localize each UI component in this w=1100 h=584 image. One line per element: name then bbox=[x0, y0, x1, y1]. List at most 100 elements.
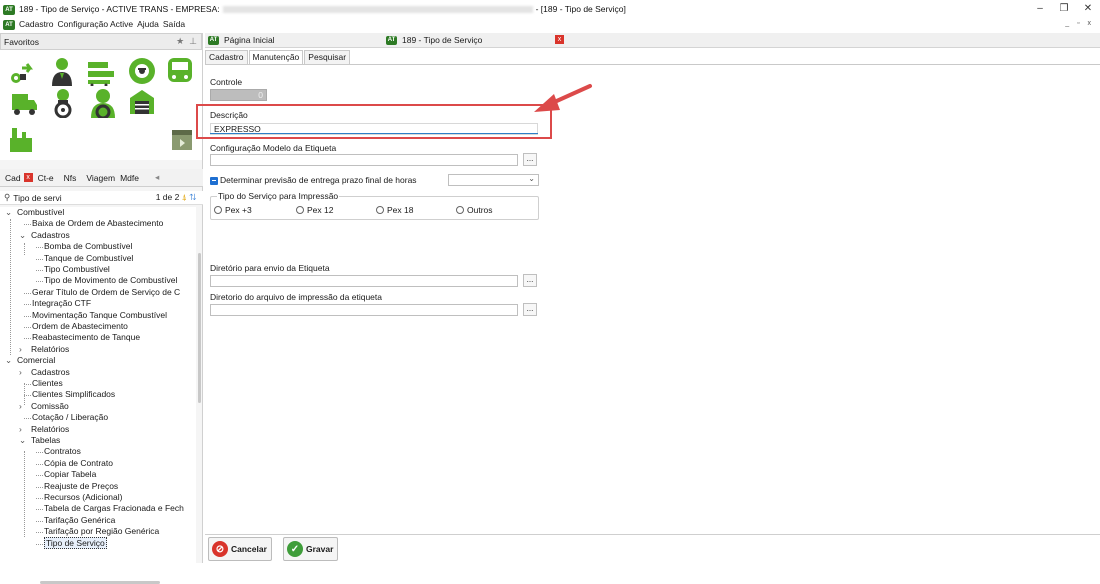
tab-cadastro[interactable]: Cadastro bbox=[205, 50, 248, 64]
tree-item[interactable]: ⌄ Comercial bbox=[5, 355, 55, 366]
tab-manutencao[interactable]: Manutenção bbox=[248, 50, 304, 64]
garage-icon[interactable] bbox=[128, 88, 156, 116]
menu-saida[interactable]: Saída bbox=[163, 19, 185, 29]
tree-connector bbox=[24, 418, 31, 420]
diretorio-envio-field[interactable] bbox=[210, 275, 518, 287]
driver-green-icon[interactable] bbox=[88, 88, 118, 118]
tree-search-input[interactable]: Tipo de servi bbox=[13, 193, 61, 203]
cancel-button[interactable]: ⊘ Cancelar bbox=[208, 537, 272, 561]
tree-item[interactable]: Reabastecimento de Tanque bbox=[24, 332, 140, 343]
tree-item[interactable]: Tarifação Genérica bbox=[36, 515, 115, 526]
tree-connector bbox=[36, 486, 43, 488]
close-tab-icon[interactable]: x bbox=[555, 35, 564, 44]
collapse-icon[interactable]: › bbox=[19, 401, 31, 412]
diretorio-arquivo-browse-button[interactable]: ... bbox=[523, 303, 537, 316]
tree-item[interactable]: Clientes Simplificados bbox=[24, 389, 115, 400]
sort-icon[interactable]: ⇅ bbox=[189, 192, 196, 202]
expand-icon[interactable]: ⌄ bbox=[19, 435, 31, 446]
diretorio-arquivo-field[interactable] bbox=[210, 304, 518, 316]
tree-connector bbox=[24, 338, 31, 340]
pin-icon[interactable]: ⊥ bbox=[189, 36, 197, 46]
close-icon[interactable]: x bbox=[23, 173, 33, 182]
tree-scrollbar[interactable] bbox=[198, 253, 201, 403]
tree-item[interactable]: ⌄ Combustível bbox=[5, 207, 64, 218]
tree-item[interactable]: Copiar Tabela bbox=[36, 469, 96, 480]
tab-tipo-servico[interactable]: AT 189 - Tipo de Serviço bbox=[386, 35, 482, 45]
scroll-left-icon[interactable]: ◂ bbox=[155, 172, 159, 183]
expand-icon[interactable]: ⌄ bbox=[19, 230, 31, 241]
tree-item[interactable]: › Relatórios bbox=[19, 344, 69, 355]
tab-viagem[interactable]: Viagem bbox=[86, 173, 115, 183]
tree-item[interactable]: ⌄ Cadastros bbox=[19, 230, 70, 241]
tree-item-label: Tipo de Movimento de Combustível bbox=[44, 275, 178, 286]
trucks-icon[interactable] bbox=[86, 58, 116, 86]
tree-item[interactable]: Movimentação Tanque Combustível bbox=[24, 310, 167, 321]
mdi-controls[interactable]: _ ▫ x bbox=[1065, 17, 1094, 31]
tab-cad[interactable]: Cad bbox=[5, 173, 21, 183]
tree-item[interactable]: Integração CTF bbox=[24, 298, 91, 309]
tree-item[interactable]: Tanque de Combustível bbox=[36, 253, 133, 264]
tree-item[interactable]: Tipo Combustível bbox=[36, 264, 110, 275]
menu-cadastro[interactable]: Cadastro bbox=[19, 19, 54, 29]
tab-pagina-inicial[interactable]: AT Página Inicial bbox=[208, 35, 275, 45]
prazo-select[interactable]: ⌄ bbox=[448, 174, 539, 186]
radio-pex-12[interactable]: Pex 12 bbox=[296, 205, 333, 215]
delivery-truck-icon[interactable] bbox=[10, 92, 38, 116]
filter-icon[interactable]: ⍋ bbox=[182, 192, 187, 202]
close-window-button[interactable]: ✕ bbox=[1076, 0, 1100, 17]
tab-logo-icon: AT bbox=[386, 35, 397, 45]
tree-item[interactable]: Baixa de Ordem de Abastecimento bbox=[24, 218, 163, 229]
tree-item[interactable]: ⌄ Tabelas bbox=[19, 435, 60, 446]
menu-configuracao[interactable]: Configuração Active bbox=[58, 19, 134, 29]
config-modelo-browse-button[interactable]: ... bbox=[523, 153, 537, 166]
tree-item[interactable]: Tabela de Cargas Fracionada e Fech bbox=[36, 503, 184, 514]
tab-mdfe[interactable]: Mdfe bbox=[120, 173, 139, 183]
minimize-button[interactable]: – bbox=[1028, 0, 1052, 17]
collapse-icon[interactable]: › bbox=[19, 367, 31, 378]
factory-icon[interactable] bbox=[8, 124, 34, 154]
bus-icon[interactable] bbox=[166, 56, 194, 86]
radio-pex-3[interactable]: Pex +3 bbox=[214, 205, 252, 215]
diretorio-envio-browse-button[interactable]: ... bbox=[523, 274, 537, 287]
tree-item-label: Contratos bbox=[44, 446, 81, 457]
tree-item[interactable]: › Comissão bbox=[19, 401, 69, 412]
tree-connector bbox=[36, 498, 43, 499]
tree-item[interactable]: Reajuste de Preços bbox=[36, 481, 118, 492]
restore-button[interactable]: ❐ bbox=[1052, 0, 1076, 17]
annotation-arrow-icon bbox=[534, 84, 592, 112]
determinar-checkbox[interactable] bbox=[210, 177, 218, 185]
tab-cte[interactable]: Ct-e bbox=[38, 173, 54, 183]
radio-pex-18[interactable]: Pex 18 bbox=[376, 205, 413, 215]
tree-item[interactable]: Contratos bbox=[36, 446, 81, 457]
box-icon[interactable] bbox=[170, 126, 194, 152]
tree-item[interactable]: Recursos (Adicional) bbox=[36, 492, 122, 503]
tree-item-selected[interactable]: Tipo de Serviço bbox=[36, 536, 107, 549]
expand-icon[interactable]: ⌄ bbox=[5, 355, 17, 366]
tab-pesquisar[interactable]: Pesquisar bbox=[304, 50, 351, 64]
route-icon[interactable] bbox=[8, 60, 36, 86]
config-modelo-field[interactable] bbox=[210, 154, 518, 166]
tab-nfs[interactable]: Nfs bbox=[64, 173, 77, 183]
tree-item-label: Tabelas bbox=[31, 435, 61, 445]
left-panel: Favoritos ★ ⊥ Cad x Ct-e Nfs Viagem Mdfe … bbox=[0, 33, 203, 584]
collapse-icon[interactable]: › bbox=[19, 424, 31, 435]
menu-ajuda[interactable]: Ajuda bbox=[137, 19, 159, 29]
radio-outros[interactable]: Outros bbox=[456, 205, 493, 215]
tree-item[interactable]: › Relatórios bbox=[19, 424, 69, 435]
tree-item[interactable]: Cópia de Contrato bbox=[36, 458, 113, 469]
tree-item[interactable]: Ordem de Abastecimento bbox=[24, 321, 128, 332]
star-icon[interactable]: ★ bbox=[176, 36, 184, 46]
tree-item[interactable]: Cotação / Liberação bbox=[24, 412, 108, 423]
tree-item[interactable]: Clientes bbox=[24, 378, 63, 389]
tree-item[interactable]: › Cadastros bbox=[19, 367, 70, 378]
driver-wheel-icon[interactable] bbox=[52, 88, 74, 118]
wheel-icon[interactable] bbox=[128, 56, 156, 86]
tree-item[interactable]: Gerar Título de Ordem de Serviço de C bbox=[24, 287, 180, 298]
tree-item[interactable]: Tarifação por Região Genérica bbox=[36, 526, 159, 537]
tree-item[interactable]: Bomba de Combustível bbox=[36, 241, 132, 252]
tree-item[interactable]: Tipo de Movimento de Combustível bbox=[36, 275, 178, 286]
collapse-icon[interactable]: › bbox=[19, 344, 31, 355]
save-button[interactable]: ✓ Gravar bbox=[283, 537, 339, 561]
expand-icon[interactable]: ⌄ bbox=[5, 207, 17, 218]
driver-icon[interactable] bbox=[50, 56, 74, 86]
